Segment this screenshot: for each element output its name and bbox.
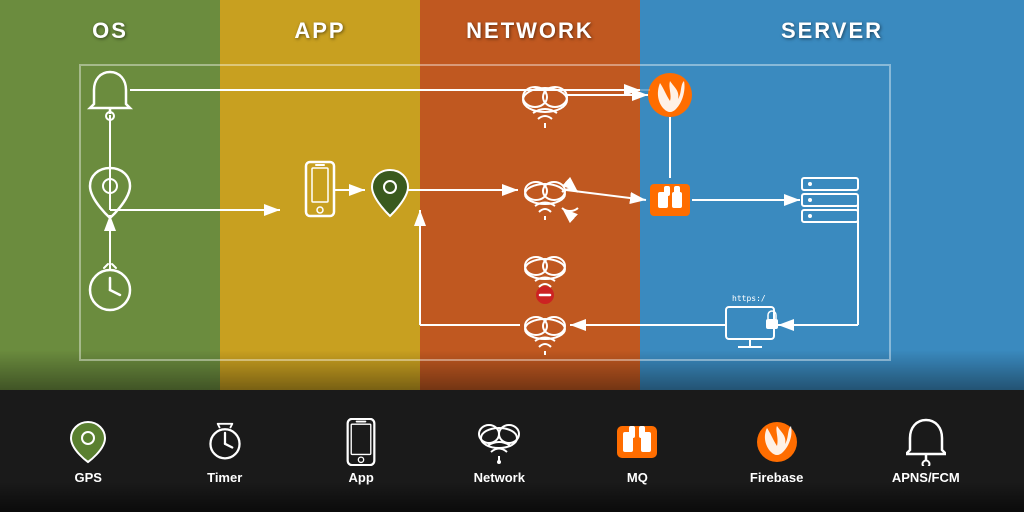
apns-label: APNS/FCM	[892, 470, 960, 485]
legend-network: Network	[474, 418, 525, 485]
legend-app: App	[337, 418, 385, 485]
legend-mq: MQ	[613, 418, 661, 485]
mq-label: MQ	[627, 470, 648, 485]
legend-firebase: Firebase	[750, 418, 803, 485]
firebase-label: Firebase	[750, 470, 803, 485]
main-container: OS APP NETWORK SERVER	[0, 0, 1024, 512]
diagram-area: OS APP NETWORK SERVER	[0, 0, 1024, 390]
col-network-header: NETWORK	[466, 0, 594, 44]
col-os-content	[0, 44, 220, 390]
gps-label: GPS	[75, 470, 102, 485]
mq-icon	[613, 418, 661, 466]
network-icon	[475, 418, 523, 466]
col-server-header: SERVER	[781, 0, 883, 44]
column-server: SERVER	[640, 0, 1024, 390]
legend-gps: GPS	[64, 418, 112, 485]
legend-bar: GPS Timer	[0, 390, 1024, 512]
gps-icon	[64, 418, 112, 466]
col-app-content	[220, 44, 420, 390]
col-os-header: OS	[92, 0, 128, 44]
timer-label: Timer	[207, 470, 242, 485]
network-label: Network	[474, 470, 525, 485]
column-os: OS	[0, 0, 220, 390]
app-label: App	[349, 470, 374, 485]
col-server-content	[640, 44, 1024, 390]
column-app: APP	[220, 0, 420, 390]
legend-apns: APNS/FCM	[892, 418, 960, 485]
column-network: NETWORK	[420, 0, 640, 390]
timer-icon	[201, 418, 249, 466]
col-app-header: APP	[294, 0, 345, 44]
col-network-content	[420, 44, 640, 390]
legend-reflection	[0, 482, 1024, 512]
app-icon	[337, 418, 385, 466]
legend-timer: Timer	[201, 418, 249, 485]
firebase-icon	[753, 418, 801, 466]
apns-icon	[902, 418, 950, 466]
